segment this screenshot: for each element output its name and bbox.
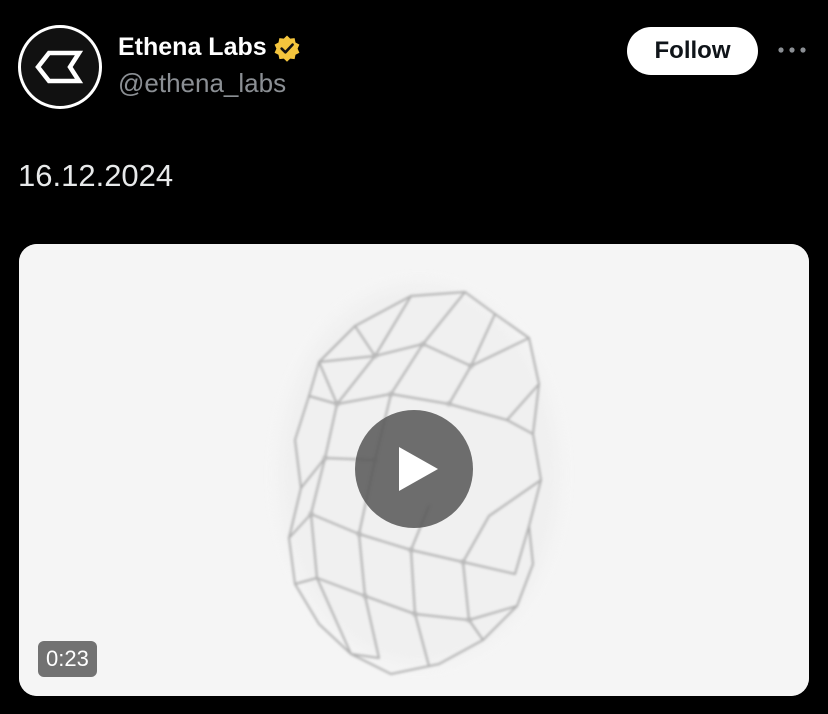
avatar[interactable] — [18, 25, 102, 109]
follow-button[interactable]: Follow — [627, 27, 758, 75]
verified-badge-icon — [273, 34, 301, 62]
author-display-name[interactable]: Ethena Labs — [118, 33, 267, 62]
post-header: Ethena Labs @ethena_labs Follow — [0, 0, 828, 130]
video-player[interactable]: 0:23 — [19, 244, 809, 696]
more-options-icon — [778, 47, 806, 53]
more-options-button[interactable] — [772, 30, 812, 70]
play-button[interactable] — [355, 410, 473, 528]
ethena-logo-icon — [35, 50, 84, 84]
video-duration: 0:23 — [38, 641, 97, 677]
author-name-row: Ethena Labs — [118, 33, 301, 62]
play-icon — [399, 447, 438, 491]
author-handle[interactable]: @ethena_labs — [118, 68, 286, 99]
post-text: 16.12.2024 — [18, 158, 174, 193]
